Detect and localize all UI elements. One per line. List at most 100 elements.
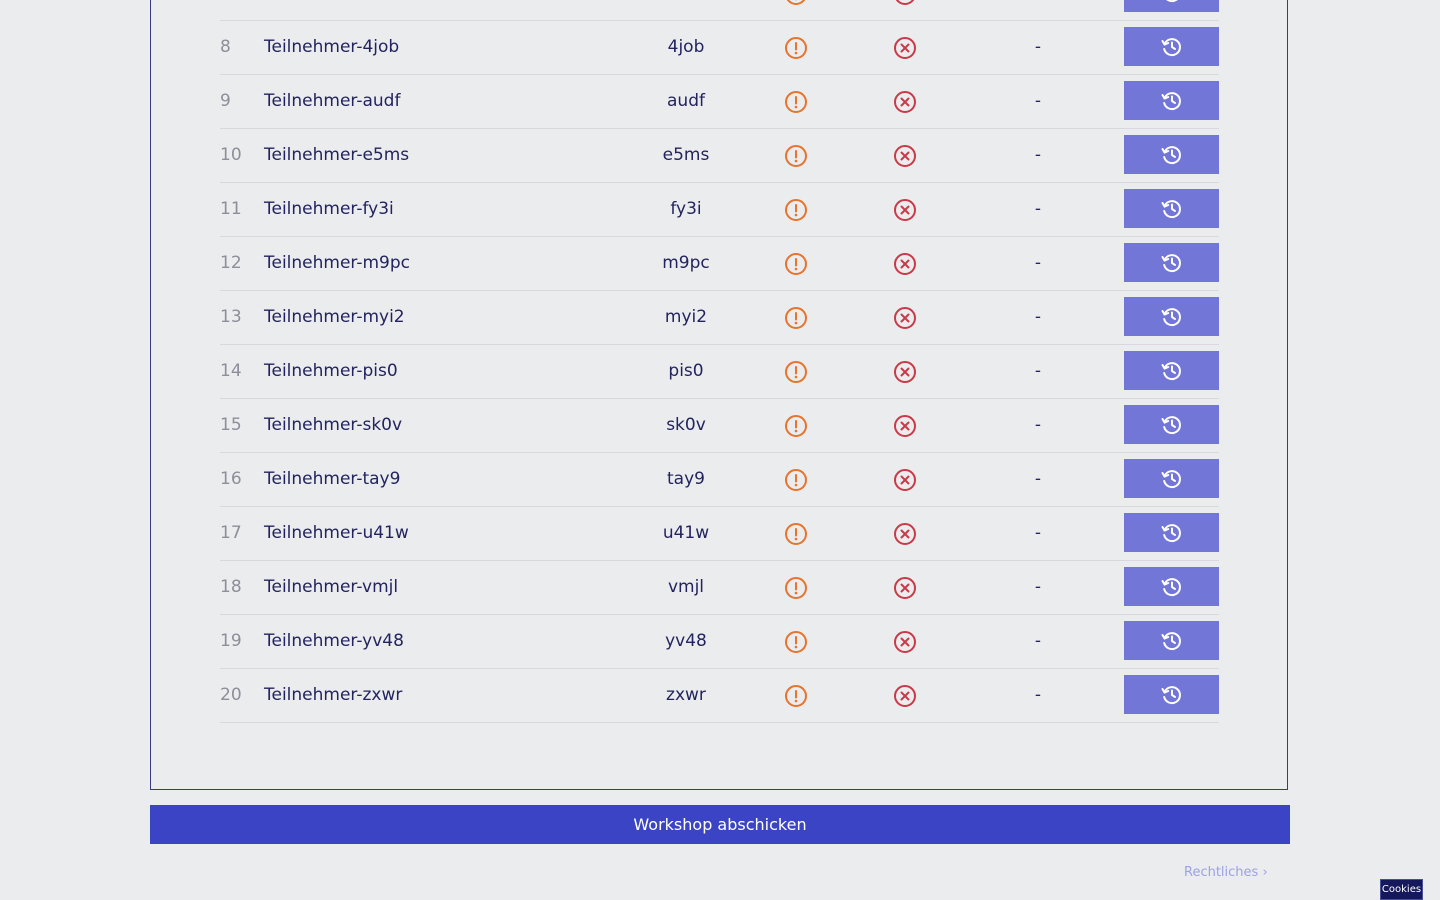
row-number: 20: [220, 685, 242, 705]
x-circle-icon: [892, 0, 918, 20]
history-icon: [1160, 0, 1184, 5]
x-circle-icon: [892, 399, 918, 452]
submit-workshop-button[interactable]: Workshop abschicken: [150, 805, 1290, 844]
x-circle-icon: [892, 129, 918, 182]
history-button[interactable]: [1124, 0, 1219, 12]
participant-code: m9pc: [662, 253, 710, 273]
last-activity: -: [1020, 0, 1056, 20]
participant-code: sk0v: [666, 415, 706, 435]
participant-code: pis0: [668, 361, 704, 381]
last-activity: -: [1034, 253, 1042, 273]
history-button[interactable]: [1124, 81, 1219, 120]
history-button[interactable]: [1124, 27, 1219, 66]
participant-code: u41w: [662, 523, 710, 543]
participant-code: 4job: [667, 37, 705, 57]
history-icon: [1160, 89, 1184, 113]
x-circle-icon: [892, 75, 918, 128]
participant-code: e5ms: [662, 145, 710, 165]
history-button[interactable]: [1124, 243, 1219, 282]
row-number: 11: [220, 199, 242, 219]
alert-circle-icon: [783, 399, 809, 452]
last-activity: -: [1034, 469, 1042, 489]
participant-name: Teilnehmer-u41w: [264, 523, 409, 543]
history-icon: [1160, 143, 1184, 167]
history-icon: [1160, 683, 1184, 707]
last-activity: -: [1034, 199, 1042, 219]
alert-circle-icon: [783, 453, 809, 506]
x-circle-icon: [892, 21, 918, 74]
row-number: 16: [220, 469, 242, 489]
history-button[interactable]: [1124, 189, 1219, 228]
x-circle-icon: [892, 615, 918, 668]
row-number: 7: [220, 0, 260, 20]
alert-circle-icon: [783, 0, 809, 20]
table-row: 8 Teilnehmer-4job 4job -: [220, 21, 1219, 75]
participant-code: myi2: [664, 307, 708, 327]
participant-name: Teilnehmer-audf: [264, 91, 401, 111]
alert-circle-icon: [783, 615, 809, 668]
row-number: 8: [220, 37, 231, 57]
row-number: 9: [220, 91, 231, 111]
participant-name: Teilnehmer-zxwr: [264, 685, 403, 705]
history-icon: [1160, 305, 1184, 329]
history-icon: [1160, 359, 1184, 383]
table-row: 18 Teilnehmer-vmjl vmjl -: [220, 561, 1219, 615]
history-button[interactable]: [1124, 405, 1219, 444]
last-activity: -: [1034, 631, 1042, 651]
last-activity: -: [1034, 361, 1042, 381]
participant-name: Teilnehmer-pis0: [264, 361, 398, 381]
history-button[interactable]: [1124, 513, 1219, 552]
cookies-button[interactable]: Cookies: [1380, 879, 1423, 900]
row-number: 13: [220, 307, 242, 327]
participant-code: yv48: [665, 631, 707, 651]
history-button[interactable]: [1124, 567, 1219, 606]
legal-link[interactable]: Rechtliches ›: [1184, 865, 1268, 880]
table-row: 9 Teilnehmer-audf audf -: [220, 75, 1219, 129]
history-icon: [1160, 521, 1184, 545]
table-row: 13 Teilnehmer-myi2 myi2 -: [220, 291, 1219, 345]
history-button[interactable]: [1124, 621, 1219, 660]
alert-circle-icon: [783, 129, 809, 182]
history-button[interactable]: [1124, 675, 1219, 714]
history-button[interactable]: [1124, 135, 1219, 174]
alert-circle-icon: [783, 561, 809, 614]
history-button[interactable]: [1124, 297, 1219, 336]
participant-code: [630, 0, 742, 20]
row-number: 17: [220, 523, 242, 543]
alert-circle-icon: [783, 237, 809, 290]
row-number: 10: [220, 145, 242, 165]
history-button[interactable]: [1124, 351, 1219, 390]
history-button[interactable]: [1124, 459, 1219, 498]
last-activity: -: [1034, 307, 1042, 327]
table-row: 11 Teilnehmer-fy3i fy3i -: [220, 183, 1219, 237]
table-row: 17 Teilnehmer-u41w u41w -: [220, 507, 1219, 561]
participant-code: tay9: [667, 469, 705, 489]
row-number: 18: [220, 577, 242, 597]
history-icon: [1160, 35, 1184, 59]
alert-circle-icon: [783, 75, 809, 128]
participant-name: Teilnehmer-: [264, 0, 362, 20]
table-row: 15 Teilnehmer-sk0v sk0v -: [220, 399, 1219, 453]
row-number: 15: [220, 415, 242, 435]
participant-name: Teilnehmer-tay9: [264, 469, 401, 489]
participant-name: Teilnehmer-fy3i: [264, 199, 394, 219]
x-circle-icon: [892, 507, 918, 560]
table-row: 19 Teilnehmer-yv48 yv48 -: [220, 615, 1219, 669]
x-circle-icon: [892, 291, 918, 344]
last-activity: -: [1034, 523, 1042, 543]
alert-circle-icon: [783, 291, 809, 344]
alert-circle-icon: [783, 21, 809, 74]
last-activity: -: [1034, 37, 1042, 57]
x-circle-icon: [892, 237, 918, 290]
row-number: 12: [220, 253, 242, 273]
participant-code: fy3i: [670, 199, 702, 219]
last-activity: -: [1034, 91, 1042, 111]
x-circle-icon: [892, 183, 918, 236]
history-icon: [1160, 251, 1184, 275]
participant-name: Teilnehmer-e5ms: [264, 145, 410, 165]
history-icon: [1160, 467, 1184, 491]
alert-circle-icon: [783, 507, 809, 560]
participant-name: Teilnehmer-m9pc: [264, 253, 410, 273]
participant-name: Teilnehmer-myi2: [264, 307, 405, 327]
participants-table: 7Teilnehmer- - 8 Teilnehmer-4job 4job - 9 Teiln…: [220, 0, 1219, 723]
